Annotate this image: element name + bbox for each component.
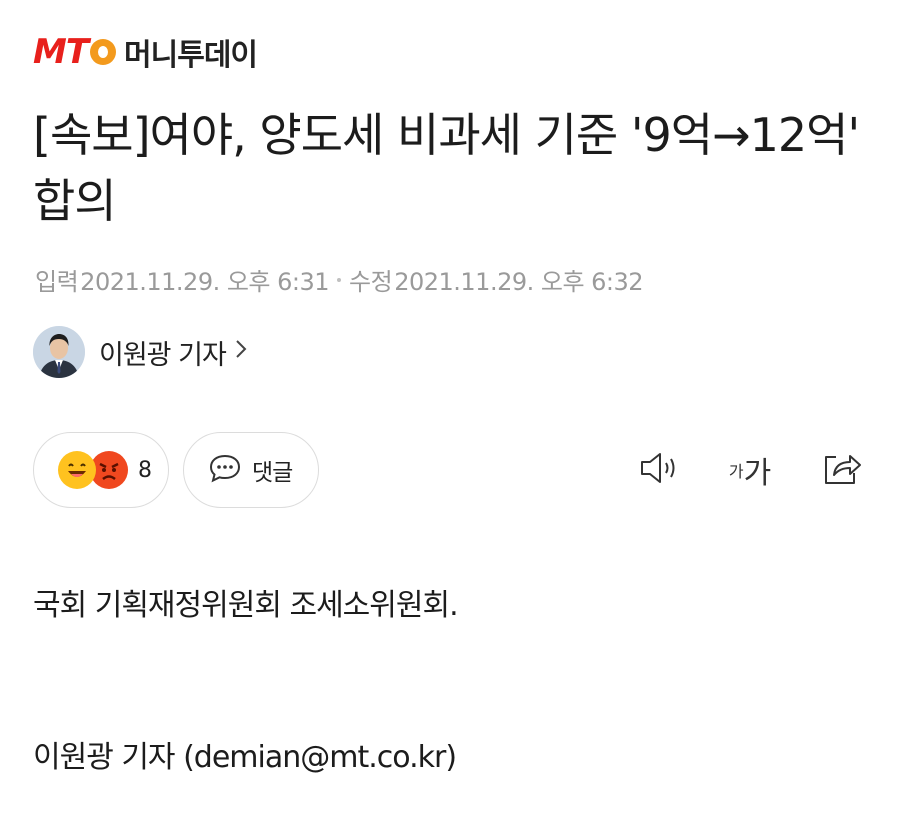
avatar-image xyxy=(33,326,85,378)
meta-separator xyxy=(337,277,342,282)
comment-button[interactable]: 댓글 xyxy=(183,432,319,508)
logo-circle-icon xyxy=(90,39,117,65)
author-link[interactable]: 이원광 기자 xyxy=(33,326,248,378)
modified-time: 2021.11.29. 오후 6:32 xyxy=(394,268,644,296)
reaction-button[interactable]: 8 xyxy=(33,432,169,508)
font-size-button[interactable]: 가 가 xyxy=(722,450,778,491)
article-meta: 입력 2021.11.29. 오후 6:31 수정 2021.11.29. 오후… xyxy=(35,262,644,297)
comment-label: 댓글 xyxy=(252,460,293,486)
input-time: 2021.11.29. 오후 6:31 xyxy=(80,268,330,296)
speaker-icon xyxy=(638,450,682,490)
chat-bubble-icon xyxy=(208,453,242,487)
share-icon xyxy=(820,449,864,491)
modified-label: 수정 xyxy=(349,268,393,296)
article-headline: [속보]여야, 양도세 비과세 기준 '9억→12억' 합의 xyxy=(33,108,860,228)
font-small-label: 가 xyxy=(728,462,744,481)
logo-mt: MT xyxy=(33,32,89,72)
reaction-count: 8 xyxy=(138,457,152,483)
smile-emoji-icon xyxy=(58,451,96,489)
font-big-label: 가 xyxy=(743,456,772,491)
author-avatar xyxy=(33,326,85,378)
chevron-right-icon xyxy=(234,338,248,366)
article-byline: 이원광 기자 (demian@mt.co.kr) xyxy=(33,740,457,775)
author-name: 이원광 기자 xyxy=(99,339,227,371)
input-label: 입력 xyxy=(35,268,79,296)
share-button[interactable] xyxy=(820,450,864,490)
logo-name: 머니투데이 xyxy=(124,38,258,73)
speaker-button[interactable] xyxy=(638,450,682,490)
brand-logo[interactable]: MT 머니투데이 xyxy=(33,30,258,74)
article-body: 국회 기획재정위원회 조세소위원회. xyxy=(33,588,459,623)
